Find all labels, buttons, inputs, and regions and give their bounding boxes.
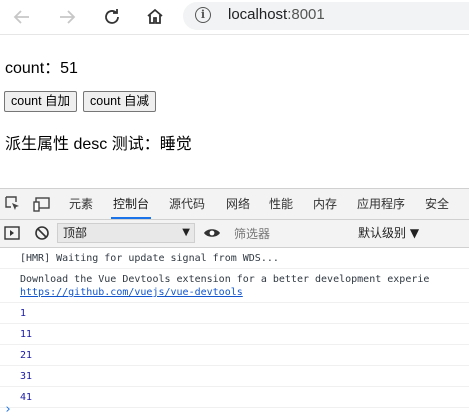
reload-icon[interactable] xyxy=(100,5,124,29)
address-host: localhost xyxy=(228,6,288,23)
browser-toolbar: i localhost:8001 xyxy=(0,0,469,35)
tab-security[interactable]: 安全 xyxy=(425,189,449,219)
site-info-icon[interactable]: i xyxy=(195,7,211,23)
address-port: :8001 xyxy=(287,6,325,23)
count-text: count：51 xyxy=(5,60,78,77)
console-output: [HMR] Waiting for update signal from WDS… xyxy=(0,248,469,417)
devtools-tabbar: 元素 控制台 源代码 网络 性能 内存 应用程序 安全 xyxy=(0,189,469,220)
tab-sources[interactable]: 源代码 xyxy=(169,189,205,219)
console-log-number: 21 xyxy=(0,345,469,366)
console-log-number: 41 xyxy=(0,387,469,408)
console-log-number: 31 xyxy=(0,366,469,387)
inspect-element-icon[interactable] xyxy=(4,195,22,213)
back-arrow-icon[interactable] xyxy=(10,5,34,29)
tab-console[interactable]: 控制台 xyxy=(110,189,152,219)
console-filter-bar: 顶部 ▼ 默认级别 ▼ xyxy=(0,220,469,248)
decrement-button[interactable]: count 自减 xyxy=(83,91,157,112)
devtools-panel: 元素 控制台 源代码 网络 性能 内存 应用程序 安全 顶部 ▼ 默认级别 ▼ [… xyxy=(0,188,469,417)
context-select[interactable]: 顶部 ▼ xyxy=(57,223,195,243)
home-icon[interactable] xyxy=(143,5,167,29)
address-bar[interactable]: i localhost:8001 xyxy=(183,2,469,30)
tab-network[interactable]: 网络 xyxy=(226,189,250,219)
context-select-value: 顶部 xyxy=(63,226,88,240)
tab-elements[interactable]: 元素 xyxy=(69,189,93,219)
console-log-number: 11 xyxy=(0,324,469,345)
console-message-hmr: [HMR] Waiting for update signal from WDS… xyxy=(0,248,469,269)
tab-performance[interactable]: 性能 xyxy=(269,189,293,219)
sidebar-toggle-icon[interactable] xyxy=(3,224,21,242)
console-log-number: 1 xyxy=(0,303,469,324)
filter-input[interactable] xyxy=(229,223,356,245)
eye-icon[interactable] xyxy=(203,225,221,241)
tab-application[interactable]: 应用程序 xyxy=(357,189,405,219)
clear-console-icon[interactable] xyxy=(33,224,51,242)
vue-devtools-text: Download the Vue Devtools extension for … xyxy=(20,274,430,285)
forward-arrow-icon[interactable] xyxy=(55,5,79,29)
console-prompt-icon[interactable]: › xyxy=(4,403,12,417)
tab-memory[interactable]: 内存 xyxy=(313,189,337,219)
caret-down-icon: ▼ xyxy=(182,227,190,238)
vue-devtools-link[interactable]: https://github.com/vuejs/vue-devtools xyxy=(20,287,243,298)
desc-text: 派生属性 desc 测试：睡觉 xyxy=(5,136,192,153)
console-message-vue-devtools: Download the Vue Devtools extension for … xyxy=(0,269,469,303)
log-level-select[interactable]: 默认级别 ▼ xyxy=(358,223,419,243)
address-text[interactable]: localhost:8001 xyxy=(228,6,325,23)
increment-button[interactable]: count 自加 xyxy=(4,91,78,112)
device-toolbar-icon[interactable] xyxy=(33,195,51,213)
